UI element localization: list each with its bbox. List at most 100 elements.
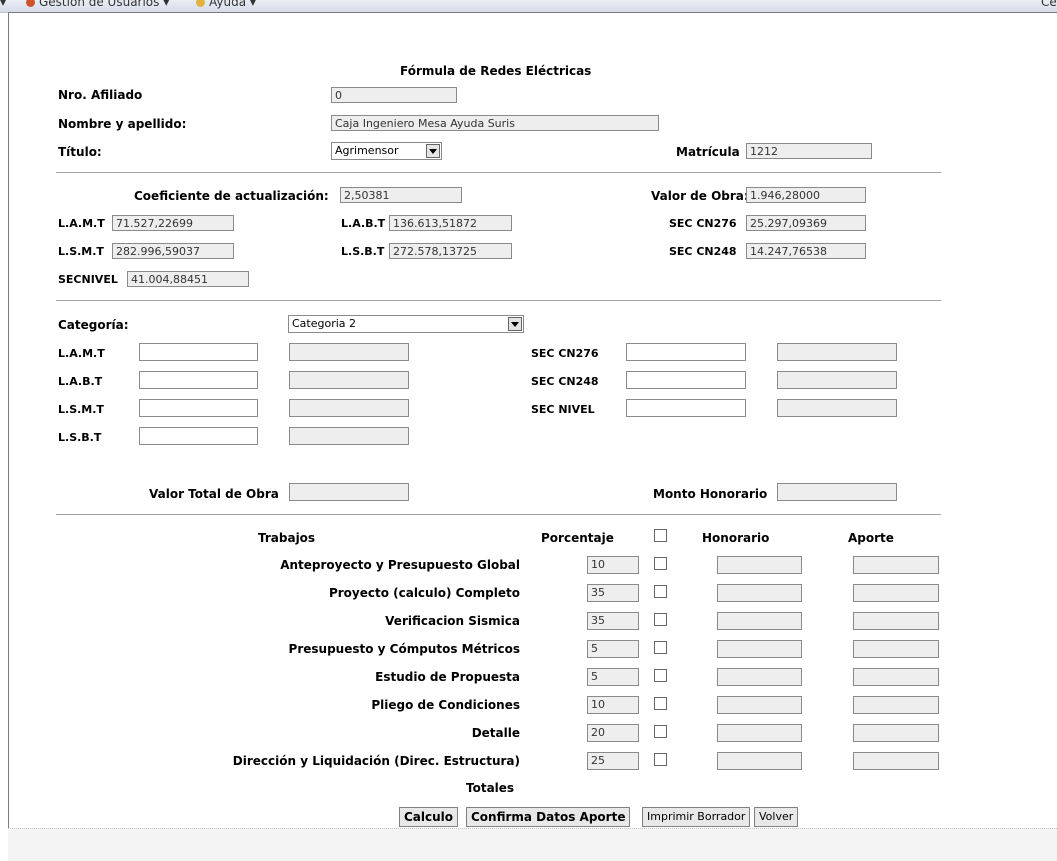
lsmt-label: L.S.M.T: [58, 245, 104, 258]
honorario-field[interactable]: [717, 668, 802, 686]
volver-button[interactable]: Volver: [754, 807, 799, 827]
lsmt-result[interactable]: [289, 399, 409, 417]
trabajo-name: Verificacion Sismica: [385, 614, 520, 628]
help-icon: [196, 0, 205, 7]
menu-gestion-usuarios[interactable]: Gestion de Usuarios ▾: [26, 0, 169, 9]
labt-value[interactable]: 136.613,51872: [389, 215, 512, 231]
honorario-field[interactable]: [717, 696, 802, 714]
footer-area: [8, 828, 1057, 861]
lsbt-value[interactable]: 272.578,13725: [389, 243, 512, 259]
sec276-input[interactable]: [626, 343, 746, 361]
categoria-select[interactable]: Categoria 2: [288, 315, 524, 333]
secnivel-result[interactable]: [777, 399, 897, 417]
honorario-field[interactable]: [717, 640, 802, 658]
trabajo-checkbox[interactable]: [654, 697, 667, 710]
secnivel-label: SECNIVEL: [58, 273, 118, 286]
porcentaje-field[interactable]: 10: [587, 556, 639, 574]
porcentaje-field[interactable]: 10: [587, 696, 639, 714]
lamt-value[interactable]: 71.527,22699: [112, 215, 234, 231]
valor-obra-label: Valor de Obra:: [651, 189, 749, 203]
header-honorario: Honorario: [702, 531, 770, 545]
coef-label: Coeficiente de actualización:: [134, 189, 329, 203]
coef-field[interactable]: 2,50381: [340, 187, 462, 203]
labt-result[interactable]: [289, 371, 409, 389]
honorario-field[interactable]: [717, 752, 802, 770]
honorario-field[interactable]: [717, 584, 802, 602]
aporte-field[interactable]: [853, 584, 939, 602]
users-icon: [26, 0, 35, 7]
nombre-label: Nombre y apellido:: [58, 117, 187, 131]
divider: [56, 172, 941, 173]
lsbt-input[interactable]: [139, 427, 258, 445]
lsbt-label: L.S.B.T: [341, 245, 385, 258]
sec248-value[interactable]: 14.247,76538: [746, 243, 866, 259]
sec248-label: SEC CN248: [669, 245, 737, 258]
menu-ayuda[interactable]: Ayuda ▾: [196, 0, 256, 9]
porcentaje-field[interactable]: 35: [587, 612, 639, 630]
aporte-field[interactable]: [853, 696, 939, 714]
trabajo-checkbox[interactable]: [654, 725, 667, 738]
valor-obra-field[interactable]: 1.946,28000: [746, 187, 866, 203]
lamt-result[interactable]: [289, 343, 409, 361]
chevron-down-icon[interactable]: [426, 144, 440, 158]
trabajo-checkbox[interactable]: [654, 585, 667, 598]
secnivel-input[interactable]: [626, 399, 746, 417]
aporte-field[interactable]: [853, 752, 939, 770]
monto-honorario-field[interactable]: [777, 483, 897, 501]
menu-arrow-icon[interactable]: ▾: [0, 0, 6, 9]
calculo-button[interactable]: Calculo: [399, 807, 459, 827]
trabajo-checkbox[interactable]: [654, 669, 667, 682]
honorario-field[interactable]: [717, 724, 802, 742]
menubar-right-text[interactable]: Ce: [1041, 0, 1057, 9]
aporte-field[interactable]: [853, 556, 939, 574]
confirma-datos-aporte-button[interactable]: Confirma Datos Aporte: [466, 807, 631, 827]
categoria-label: Categoría:: [58, 318, 129, 332]
totales-label: Totales: [466, 781, 515, 795]
categoria-select-value: Categoria 2: [292, 317, 357, 330]
lsmt-input[interactable]: [139, 399, 258, 417]
sec276-value[interactable]: 25.297,09369: [746, 215, 866, 231]
sec248-input[interactable]: [626, 371, 746, 389]
lsbt-result[interactable]: [289, 427, 409, 445]
nombre-field[interactable]: Caja Ingeniero Mesa Ayuda Suris: [331, 115, 659, 131]
aporte-field[interactable]: [853, 668, 939, 686]
imprimir-borrador-button[interactable]: Imprimir Borrador: [642, 807, 751, 827]
aporte-field[interactable]: [853, 612, 939, 630]
labt-label: L.A.B.T: [341, 217, 386, 230]
aporte-field[interactable]: [853, 724, 939, 742]
trabajo-checkbox[interactable]: [654, 641, 667, 654]
matricula-field[interactable]: 1212: [746, 143, 872, 159]
lamt-input[interactable]: [139, 343, 258, 361]
porcentaje-field[interactable]: 35: [587, 584, 639, 602]
matricula-label: Matrícula: [676, 145, 740, 159]
valor-total-label: Valor Total de Obra: [149, 487, 279, 501]
porcentaje-field[interactable]: 25: [587, 752, 639, 770]
honorario-field[interactable]: [717, 556, 802, 574]
chevron-down-icon[interactable]: [508, 317, 522, 331]
honorario-field[interactable]: [717, 612, 802, 630]
cat-row-label: L.A.M.T: [58, 347, 105, 360]
sec276-label: SEC CN276: [669, 217, 737, 230]
page-title: Fórmula de Redes Eléctricas: [400, 64, 592, 78]
trabajo-name: Proyecto (calculo) Completo: [328, 586, 520, 600]
trabajo-checkbox[interactable]: [654, 753, 667, 766]
porcentaje-field[interactable]: 5: [587, 668, 639, 686]
sec248-result[interactable]: [777, 371, 897, 389]
cat-row-label: L.S.M.T: [58, 403, 104, 416]
trabajo-checkbox[interactable]: [654, 613, 667, 626]
lsmt-value[interactable]: 282.996,59037: [112, 243, 234, 259]
header-porcentaje: Porcentaje: [541, 531, 614, 545]
header-trabajos: Trabajos: [258, 531, 316, 545]
nro-afiliado-field[interactable]: 0: [331, 87, 457, 103]
cat-row-label: L.S.B.T: [58, 431, 102, 444]
labt-input[interactable]: [139, 371, 258, 389]
sec276-result[interactable]: [777, 343, 897, 361]
valor-total-field[interactable]: [289, 483, 409, 501]
porcentaje-field[interactable]: 5: [587, 640, 639, 658]
porcentaje-field[interactable]: 20: [587, 724, 639, 742]
trabajo-checkbox[interactable]: [654, 557, 667, 570]
select-all-checkbox[interactable]: [654, 529, 667, 542]
titulo-select[interactable]: Agrimensor: [331, 142, 442, 160]
aporte-field[interactable]: [853, 640, 939, 658]
secnivel-value[interactable]: 41.004,88451: [127, 271, 249, 287]
